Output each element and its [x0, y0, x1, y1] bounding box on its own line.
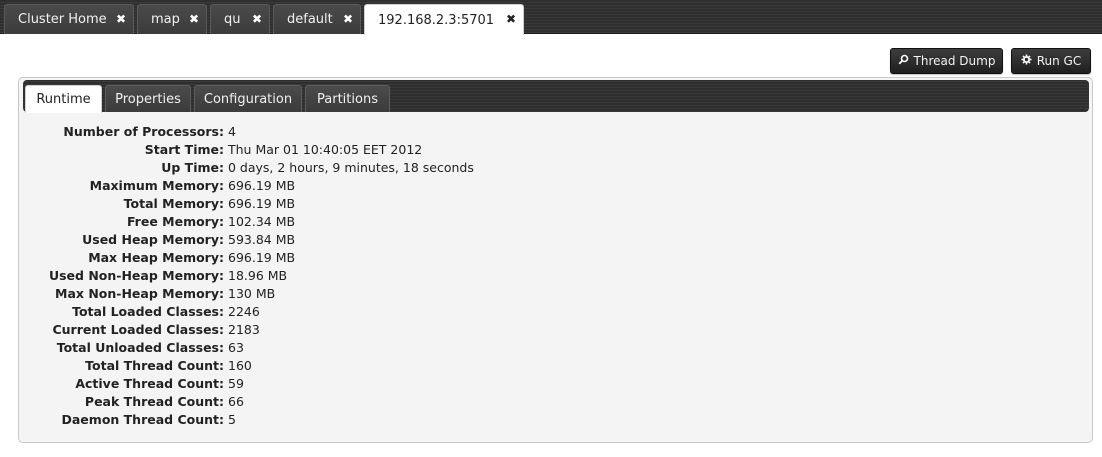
detail-value: Thu Mar 01 10:40:05 EET 2012: [228, 142, 423, 157]
member-details-panel: Runtime Properties Configuration Partiti…: [18, 77, 1093, 443]
detail-label: Used Heap Memory:: [82, 232, 224, 247]
close-icon[interactable]: ✖: [506, 12, 516, 26]
detail-value: 59: [228, 376, 244, 391]
close-icon[interactable]: ✖: [343, 12, 353, 26]
detail-label: Maximum Memory:: [89, 178, 224, 193]
tab-label: qu: [224, 12, 241, 27]
detail-row: Total Thread Count: 160: [19, 357, 1092, 375]
tab-label: Cluster Home: [18, 12, 107, 27]
detail-row: Total Loaded Classes: 2246: [19, 303, 1092, 321]
detail-row: Max Non-Heap Memory: 130 MB: [19, 285, 1092, 303]
detail-row: Used Heap Memory: 593.84 MB: [19, 231, 1092, 249]
detail-row: Active Thread Count: 59: [19, 375, 1092, 393]
detail-label: Total Thread Count:: [85, 358, 224, 373]
detail-value: 696.19 MB: [228, 196, 296, 211]
detail-label: Total Unloaded Classes:: [56, 340, 224, 355]
run-gc-label: Run GC: [1036, 54, 1082, 68]
tab-qu[interactable]: qu ✖: [210, 4, 270, 34]
tab-label: Partitions: [317, 91, 378, 107]
detail-label: Daemon Thread Count:: [61, 412, 225, 427]
detail-value: 696.19 MB: [228, 250, 296, 265]
detail-row: Number of Processors: 4: [19, 123, 1092, 141]
detail-value: 63: [228, 340, 244, 355]
detail-label: Total Loaded Classes:: [72, 304, 224, 319]
detail-row: Total Unloaded Classes: 63: [19, 339, 1092, 357]
detail-value: 160: [228, 358, 252, 373]
tab-label: default: [287, 12, 333, 27]
runtime-details: Number of Processors: 4 Start Time: Thu Ma…: [19, 123, 1092, 429]
tab-member-192-168-2-3-5701[interactable]: 192.168.2.3:5701 ✖: [364, 4, 524, 35]
detail-row: Maximum Memory: 696.19 MB: [19, 177, 1092, 195]
detail-value: 102.34 MB: [228, 214, 296, 229]
details-tab-bar: Runtime Properties Configuration Partiti…: [23, 80, 1089, 113]
close-icon[interactable]: ✖: [189, 12, 199, 26]
tab-label: map: [151, 12, 180, 27]
tab-configuration[interactable]: Configuration: [194, 85, 302, 112]
thread-dump-button[interactable]: Thread Dump: [890, 48, 1003, 74]
detail-row: Max Heap Memory: 696.19 MB: [19, 249, 1092, 267]
detail-row: Total Memory: 696.19 MB: [19, 195, 1092, 213]
tab-cluster-home[interactable]: Cluster Home ✖: [4, 4, 134, 34]
detail-label: Free Memory:: [126, 214, 224, 229]
detail-label: Total Memory:: [123, 196, 224, 211]
detail-value: 2246: [228, 304, 260, 319]
run-gc-button[interactable]: Run GC: [1011, 48, 1091, 74]
gear-icon: [1021, 54, 1032, 68]
tab-label: Runtime: [36, 92, 91, 107]
detail-label: Used Non-Heap Memory:: [48, 268, 224, 283]
detail-value: 593.84 MB: [228, 232, 296, 247]
detail-label: Max Non-Heap Memory:: [55, 286, 224, 301]
detail-label: Current Loaded Classes:: [52, 322, 224, 337]
close-icon[interactable]: ✖: [252, 12, 262, 26]
tab-label: Configuration: [203, 91, 293, 107]
tab-map[interactable]: map ✖: [137, 4, 207, 34]
detail-row: Daemon Thread Count: 5: [19, 411, 1092, 429]
detail-row: Up Time: 0 days, 2 hours, 9 minutes, 18 s…: [19, 159, 1092, 177]
tab-runtime[interactable]: Runtime: [25, 85, 102, 113]
detail-row: Free Memory: 102.34 MB: [19, 213, 1092, 231]
close-icon[interactable]: ✖: [116, 12, 126, 26]
detail-label: Start Time:: [144, 142, 224, 157]
detail-value: 18.96 MB: [228, 268, 288, 283]
detail-row: Start Time: Thu Mar 01 10:40:05 EET 2012: [19, 141, 1092, 159]
detail-value: 4: [228, 124, 236, 139]
detail-label: Max Heap Memory:: [88, 250, 224, 265]
tab-partitions[interactable]: Partitions: [305, 85, 390, 112]
detail-value: 66: [228, 394, 244, 409]
tab-default[interactable]: default ✖: [273, 4, 361, 34]
detail-row: Current Loaded Classes: 2183: [19, 321, 1092, 339]
detail-row: Used Non-Heap Memory: 18.96 MB: [19, 267, 1092, 285]
detail-value: 696.19 MB: [228, 178, 296, 193]
detail-label: Number of Processors:: [63, 124, 224, 139]
detail-label: Active Thread Count:: [75, 376, 224, 391]
detail-label: Peak Thread Count:: [84, 394, 224, 409]
detail-value: 130 MB: [228, 286, 276, 301]
tab-properties[interactable]: Properties: [105, 85, 191, 112]
detail-value: 5: [228, 412, 236, 427]
top-tab-bar: Cluster Home ✖ map ✖ qu ✖ default ✖ 192.…: [0, 0, 1102, 35]
detail-value: 2183: [228, 322, 260, 337]
detail-label: Up Time:: [161, 160, 224, 175]
tab-label: 192.168.2.3:5701: [378, 12, 495, 28]
detail-row: Peak Thread Count: 66: [19, 393, 1092, 411]
tab-label: Properties: [115, 91, 181, 107]
search-icon: [898, 54, 909, 68]
detail-value: 0 days, 2 hours, 9 minutes, 18 seconds: [228, 160, 474, 175]
thread-dump-label: Thread Dump: [913, 54, 996, 68]
